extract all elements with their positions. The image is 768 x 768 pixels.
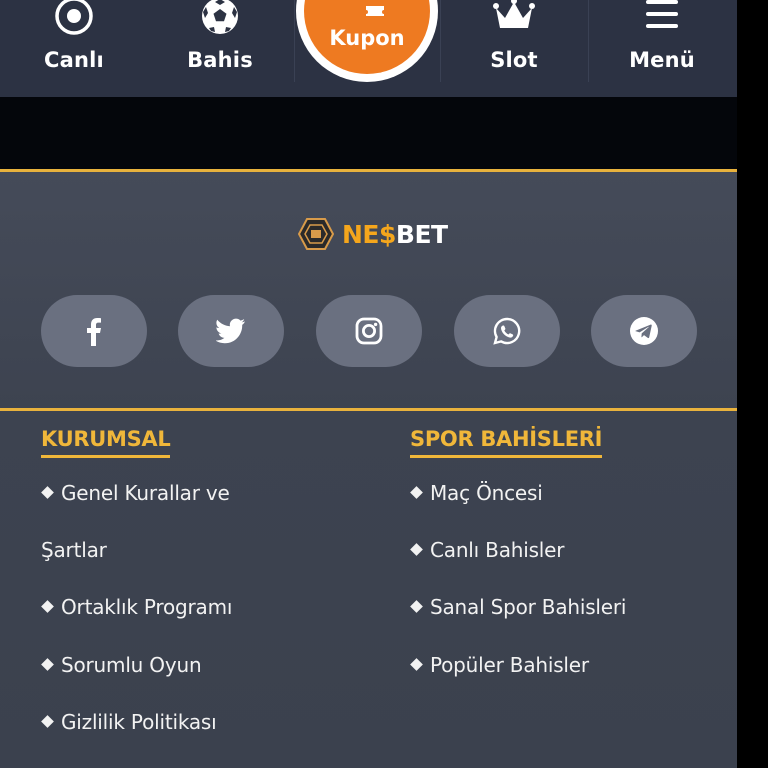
logo-emblem-icon (298, 218, 334, 250)
facebook-button[interactable] (41, 295, 147, 367)
diamond-bullet-icon (41, 600, 54, 613)
link-affiliate-program[interactable]: Ortaklık Programı (41, 595, 232, 619)
content-gap (0, 97, 737, 169)
link-responsible-gaming[interactable]: Sorumlu Oyun (41, 653, 202, 677)
footer-section-divider (0, 408, 737, 411)
link-pre-match[interactable]: Maç Öncesi (410, 481, 543, 505)
link-label: Popüler Bahisler (430, 653, 589, 677)
link-popular-bets[interactable]: Popüler Bahisler (410, 653, 589, 677)
whatsapp-button[interactable] (454, 295, 560, 367)
soccer-ball-icon (202, 0, 238, 34)
diamond-bullet-icon (41, 658, 54, 671)
logo-text-part2: BET (395, 219, 448, 249)
diamond-bullet-icon (41, 486, 54, 499)
instagram-icon (355, 317, 383, 345)
site-logo[interactable]: NE$BET (298, 217, 448, 251)
link-label: Şartlar (41, 538, 107, 562)
nav-label-live: Canlı (44, 48, 104, 72)
hamburger-menu-icon (646, 0, 678, 28)
nav-label-menu: Menü (629, 48, 695, 72)
crown-icon (493, 0, 535, 28)
coupon-button: Kupon (304, 0, 430, 74)
facebook-icon (87, 318, 101, 346)
whatsapp-icon (493, 317, 521, 345)
link-live-betting[interactable]: Canlı Bahisler (410, 538, 564, 562)
diamond-bullet-icon (410, 600, 423, 613)
bottom-nav-bar: Canlı Bahis Kupon Slot Menü (0, 0, 737, 97)
link-label: Maç Öncesi (430, 481, 543, 505)
nav-item-bet[interactable]: Bahis (146, 0, 294, 97)
nav-divider (294, 0, 295, 82)
link-privacy-policy[interactable]: Gizlilik Politikası (41, 710, 217, 734)
column-title-corporate: KURUMSAL (41, 427, 171, 458)
link-terms[interactable]: Şartlar (41, 538, 107, 562)
ticket-icon (366, 6, 384, 16)
footer-top-divider (0, 169, 737, 172)
link-label: Genel Kurallar ve (61, 481, 230, 505)
telegram-icon (630, 317, 658, 345)
page: Canlı Bahis Kupon Slot Menü NE$BET KURUM… (0, 0, 737, 768)
link-label: Gizlilik Politikası (61, 710, 217, 734)
link-label: Sanal Spor Bahisleri (430, 595, 627, 619)
instagram-button[interactable] (316, 295, 422, 367)
nav-label-bet: Bahis (187, 48, 253, 72)
diamond-bullet-icon (410, 543, 423, 556)
link-label: Ortaklık Programı (61, 595, 233, 619)
nav-label-slot: Slot (490, 48, 538, 72)
telegram-button[interactable] (591, 295, 697, 367)
nav-item-live[interactable]: Canlı (0, 0, 148, 97)
diamond-bullet-icon (410, 486, 423, 499)
diamond-bullet-icon (41, 715, 54, 728)
nav-item-coupon[interactable]: Kupon (296, 0, 438, 82)
link-general-rules[interactable]: Genel Kurallar ve (41, 481, 230, 505)
live-icon (55, 0, 93, 35)
link-label: Canlı Bahisler (430, 538, 565, 562)
diamond-bullet-icon (410, 658, 423, 671)
nav-label-coupon: Kupon (329, 26, 405, 50)
logo-text: NE$BET (342, 220, 448, 249)
nav-item-slot[interactable]: Slot (440, 0, 588, 97)
twitter-button[interactable] (178, 295, 284, 367)
nav-item-menu[interactable]: Menü (588, 0, 736, 97)
scrollbar-track[interactable] (737, 0, 768, 768)
link-label: Sorumlu Oyun (61, 653, 202, 677)
twitter-icon (216, 318, 245, 344)
screen: Canlı Bahis Kupon Slot Menü NE$BET KURUM… (0, 0, 768, 768)
column-title-sports-betting: SPOR BAHİSLERİ (410, 427, 602, 458)
logo-text-part1: NE$ (342, 219, 396, 249)
footer: NE$BET KURUMSAL Genel Kurallar ve Şartla… (0, 169, 737, 768)
link-virtual-sports[interactable]: Sanal Spor Bahisleri (410, 595, 626, 619)
